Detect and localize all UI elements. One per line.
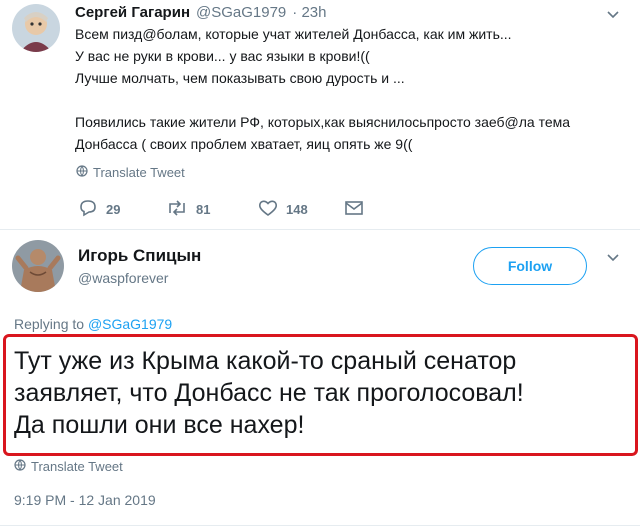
translate-tweet-link[interactable]: Translate Tweet — [14, 459, 123, 474]
retweet-count: 81 — [196, 202, 211, 217]
avatar-igor[interactable] — [12, 240, 64, 292]
author-handle[interactable]: @SGaG1979 — [196, 4, 286, 21]
replying-handle-link[interactable]: @SGaG1979 — [88, 316, 172, 332]
tweet-line: Да пошли они все нахер! — [14, 411, 305, 439]
envelope-icon — [344, 200, 364, 219]
follow-button[interactable]: Follow — [473, 247, 587, 285]
tweet-line: Всем пизд@болам, которые учат жителей До… — [75, 26, 512, 42]
globe-icon — [14, 459, 26, 474]
author-handle[interactable]: @waspforever — [78, 270, 168, 286]
direct-message-button[interactable] — [344, 200, 364, 219]
tweet-time[interactable]: · 23h — [292, 4, 326, 21]
chevron-down-icon[interactable] — [606, 251, 620, 265]
tweet-body: Тут уже из Крыма какой-то сраный сенатор… — [14, 345, 524, 441]
like-count: 148 — [286, 202, 308, 217]
tweet-line: Лучше молчать, чем показывать свою дурос… — [75, 70, 405, 86]
like-button[interactable]: 148 — [258, 199, 344, 220]
author-name[interactable]: Сергей Гагарин — [75, 4, 190, 21]
retweet-icon — [166, 199, 188, 220]
translate-label: Translate Tweet — [93, 165, 185, 180]
tweet-line: заявляет, что Донбасс не так проголосова… — [14, 379, 524, 407]
tweet-line: Донбасса ( своих проблем хватает, яиц оп… — [75, 136, 413, 152]
heart-icon — [258, 199, 278, 220]
reply-count: 29 — [106, 202, 121, 217]
tweet-actions: 29 81 148 — [78, 199, 364, 220]
tweet-line: Тут уже из Крыма какой-то сраный сенатор — [14, 347, 517, 375]
tweet-line: У вас не руки в крови... у вас языки в к… — [75, 48, 370, 64]
replying-prefix: Replying to — [14, 316, 85, 332]
chevron-down-icon[interactable] — [606, 8, 620, 22]
globe-icon — [76, 165, 88, 180]
retweet-button[interactable]: 81 — [166, 199, 258, 220]
avatar-sergey[interactable] — [12, 4, 60, 52]
translate-label: Translate Tweet — [31, 459, 123, 474]
reply-button[interactable]: 29 — [78, 199, 166, 220]
tweet-body: Всем пизд@болам, которые учат жителей До… — [75, 23, 570, 155]
translate-tweet-link[interactable]: Translate Tweet — [76, 165, 185, 180]
tweet-timestamp[interactable]: 9:19 PM - 12 Jan 2019 — [14, 492, 156, 508]
divider — [0, 525, 640, 526]
divider — [0, 229, 640, 230]
author-name[interactable]: Игорь Спицын — [78, 246, 201, 266]
tweet-line: Появились такие жители РФ, которых,как в… — [75, 114, 571, 130]
tweet-line — [75, 89, 570, 111]
reply-icon — [78, 199, 98, 220]
replying-to: Replying to @SGaG1979 — [14, 316, 172, 332]
